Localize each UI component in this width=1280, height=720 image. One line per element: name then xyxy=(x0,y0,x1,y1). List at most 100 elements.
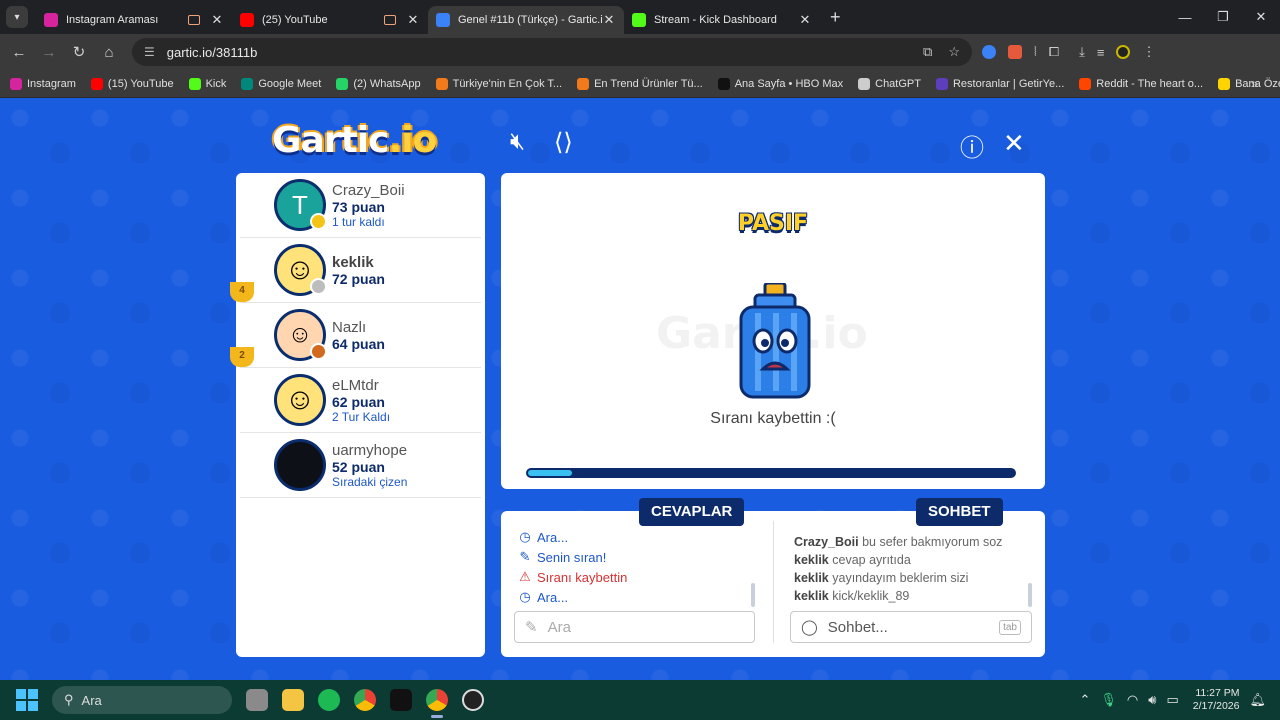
player-row[interactable]: ☺ 2 Nazlı 64 puan xyxy=(230,303,481,368)
bookmark-item[interactable]: Instagram xyxy=(10,77,76,90)
media-control-icon[interactable]: ≡ xyxy=(1097,45,1105,60)
picture-in-picture-icon[interactable] xyxy=(384,15,396,25)
chevron-up-icon[interactable]: ⌃ xyxy=(1080,692,1091,708)
chat-input[interactable]: ◯ Sohbet... tab xyxy=(790,611,1032,643)
browser-tab[interactable]: Stream - Kick Dashboard ✕ xyxy=(624,6,820,34)
pencil-icon: ✎ xyxy=(519,549,531,564)
window-controls: — ❐ ✕ xyxy=(1166,0,1280,34)
browser-tab[interactable]: (25) YouTube ✕ xyxy=(232,6,428,34)
spotify-icon[interactable] xyxy=(318,689,340,711)
app-icon[interactable] xyxy=(390,689,412,711)
bookmarks-overflow-icon[interactable]: » xyxy=(1251,76,1258,91)
tab-close-icon[interactable]: ✕ xyxy=(406,12,420,28)
obs-icon[interactable] xyxy=(462,689,484,711)
site-info-icon[interactable]: ☰ xyxy=(144,45,155,59)
new-tab-button[interactable]: + xyxy=(830,7,841,28)
forward-button[interactable]: → xyxy=(34,44,64,61)
bookmark-item[interactable]: Google Meet xyxy=(241,77,322,90)
bookmark-label: Kick xyxy=(205,77,227,90)
close-window-button[interactable]: ✕ xyxy=(1242,9,1280,25)
home-button[interactable]: ⌂ xyxy=(94,44,124,61)
minimize-button[interactable]: — xyxy=(1166,10,1204,25)
url-text: gartic.io/38111b xyxy=(166,44,258,60)
windows-taskbar: ⚲ Ara ⌃ 🎙︎ ◠ 🔊︎ ▭ 11:27 PM 2/17/2026 🔔︎ xyxy=(0,680,1280,720)
browser-tab[interactable]: Genel #11b (Türkçe) - Gartic.io ✕ xyxy=(428,6,624,34)
bookmark-label: Türkiye'nin En Çok T... xyxy=(452,77,563,90)
windows-start-icon[interactable] xyxy=(16,689,38,711)
exit-icon[interactable]: ✕ xyxy=(1003,128,1025,159)
answer-item: ✎ Senin sıran! xyxy=(517,547,757,567)
chat-user: keklik xyxy=(794,553,829,567)
reload-button[interactable]: ↻ xyxy=(64,43,94,61)
chat-scrollbar[interactable] xyxy=(1028,583,1032,607)
install-app-icon[interactable]: ⧉ xyxy=(923,44,932,60)
answer-input[interactable]: ✎ Ara xyxy=(514,611,755,643)
tab-close-icon[interactable]: ✕ xyxy=(210,12,224,28)
bookmark-star-icon[interactable]: ☆ xyxy=(948,44,960,60)
app-icon[interactable] xyxy=(246,689,268,711)
file-explorer-icon[interactable] xyxy=(282,689,304,711)
profile-avatar[interactable] xyxy=(1116,45,1131,59)
logo-main: Gartic xyxy=(272,120,389,161)
player-row[interactable]: ☺ eLMtdr 62 puan 2 Tur Kaldı xyxy=(240,368,481,433)
player-avatar: ☺ xyxy=(274,309,327,361)
microphone-icon[interactable]: 🎙︎ xyxy=(1100,692,1117,708)
player-score: 62 puan xyxy=(332,393,385,410)
browser-tab[interactable]: Instagram Araması ✕ xyxy=(36,6,232,34)
bookmark-item[interactable]: (2) WhatsApp xyxy=(336,77,421,90)
answer-text: Ara... xyxy=(537,529,569,545)
bookmark-item[interactable]: Ana Sayfa • HBO Max xyxy=(717,77,843,90)
answers-scrollbar[interactable] xyxy=(751,583,755,607)
bookmark-favicon-icon xyxy=(90,77,103,90)
extension-icon[interactable]: ⦚ xyxy=(1034,44,1037,60)
chrome-icon[interactable] xyxy=(354,689,376,711)
bookmark-item[interactable]: Reddit - The heart o... xyxy=(1079,77,1203,90)
info-icon[interactable]: ⓘ xyxy=(960,128,984,163)
share-icon[interactable]: ⟨⟩ xyxy=(554,128,573,157)
bookmark-item[interactable]: Kick xyxy=(188,77,227,90)
battery-icon[interactable]: ▭ xyxy=(1166,692,1178,708)
bookmark-item[interactable]: Restoranlar | GetirYe... xyxy=(935,77,1064,90)
bookmark-favicon-icon xyxy=(188,77,201,90)
player-row[interactable]: uarmyhope 52 puan Sıradaki çizen xyxy=(240,433,481,498)
bookmark-item[interactable]: ChatGPT xyxy=(858,77,921,90)
player-avatar: T xyxy=(274,179,327,231)
warning-icon: ⚠ xyxy=(519,569,531,584)
bookmark-label: (15) YouTube xyxy=(107,77,174,90)
bookmark-item[interactable]: (15) YouTube xyxy=(90,77,174,90)
chrome-active-icon[interactable] xyxy=(426,689,448,718)
tab-title: Instagram Araması xyxy=(66,14,159,26)
answer-text: Sıranı kaybettin xyxy=(537,569,628,585)
extension-icon[interactable] xyxy=(982,45,996,59)
download-icon[interactable]: ⤓ xyxy=(1079,44,1085,60)
player-name: eLMtdr xyxy=(332,376,379,394)
bookmark-item[interactable]: Bana Özel Özet xyxy=(1218,77,1280,90)
bookmark-item[interactable]: Türkiye'nin En Çok T... xyxy=(435,77,563,90)
mute-icon[interactable]: 🔇︎ xyxy=(510,128,525,156)
answer-item: ◷ Ara... xyxy=(517,527,757,547)
chat-message: Crazy_Boii bu sefer bakmıyorum soz xyxy=(794,535,1034,553)
puzzle-icon[interactable]: ⧠ xyxy=(1049,44,1059,60)
trophy-icon: 4 xyxy=(230,282,254,302)
wifi-icon[interactable]: ◠ xyxy=(1127,692,1138,708)
back-button[interactable]: ← xyxy=(4,44,34,61)
game-viewport: Gartic.io 🔇︎ ⟨⟩ ⓘ ✕ T Crazy_Boii 73 puan 1 … xyxy=(0,98,1280,680)
clock[interactable]: 11:27 PM 2/17/2026 xyxy=(1193,687,1240,713)
player-row[interactable]: T Crazy_Boii 73 puan 1 tur kaldı xyxy=(240,173,481,238)
maximize-button[interactable]: ❐ xyxy=(1204,9,1242,25)
bookmark-item[interactable]: En Trend Ürünler Tü... xyxy=(577,77,703,90)
turn-progress-fill xyxy=(528,470,572,476)
tab-search-button[interactable]: ▾ xyxy=(6,6,28,28)
address-bar[interactable]: ☰ gartic.io/38111b ⧉ ☆ xyxy=(132,38,972,66)
notification-bell-icon[interactable]: 🔔︎ xyxy=(1249,692,1266,708)
volume-icon[interactable]: 🔊︎ xyxy=(1148,692,1156,708)
menu-icon[interactable]: ⋮ xyxy=(1142,44,1155,60)
player-row[interactable]: ☺ 4 keklik 72 puan xyxy=(230,238,481,303)
answers-list: ◷ Ara... ✎ Senin sıran! ⚠ Sıranı kaybettin ◷ Ar… xyxy=(517,527,757,607)
tab-close-icon[interactable]: ✕ xyxy=(602,12,616,28)
bookmark-label: Google Meet xyxy=(258,77,322,90)
extension-icon[interactable] xyxy=(1008,45,1022,59)
tab-close-icon[interactable]: ✕ xyxy=(798,12,812,28)
taskbar-search[interactable]: ⚲ Ara xyxy=(52,686,232,714)
picture-in-picture-icon[interactable] xyxy=(188,15,200,25)
